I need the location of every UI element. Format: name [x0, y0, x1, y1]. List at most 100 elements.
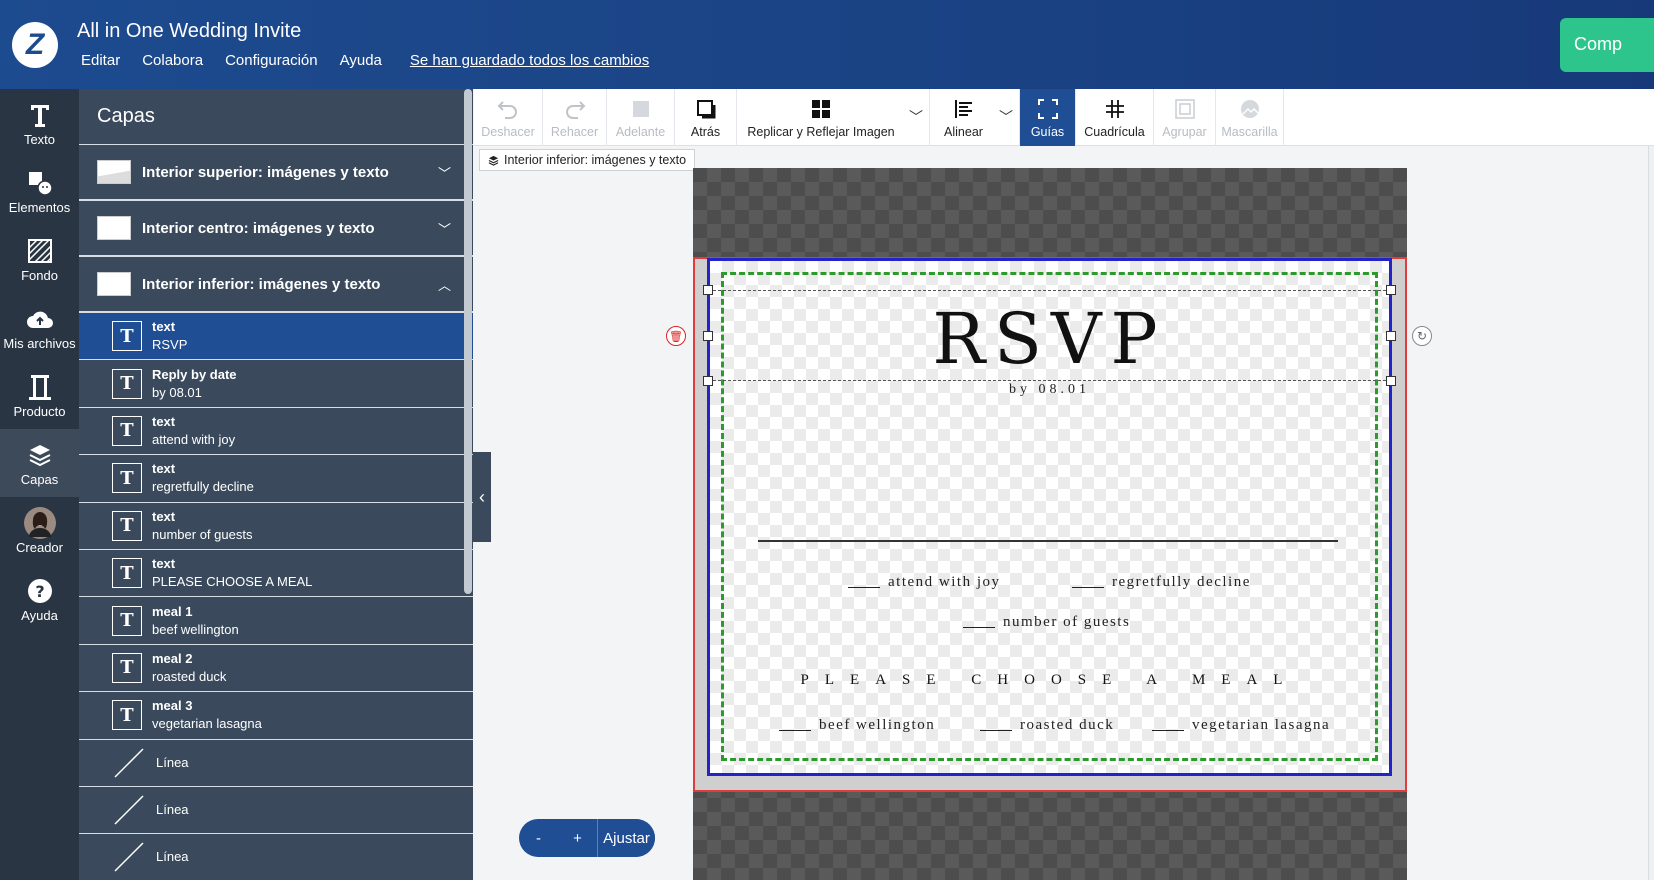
- layer-group-bottom[interactable]: Interior inferior: imágenes y texto ︿: [79, 257, 473, 313]
- panel-scrollbar[interactable]: [464, 89, 472, 594]
- resize-handle[interactable]: [703, 331, 713, 341]
- layer-breadcrumb[interactable]: Interior inferior: imágenes y texto: [479, 149, 696, 171]
- chevron-down-icon[interactable]: ﹀: [999, 107, 1013, 127]
- meal-heading-text[interactable]: PLEASE CHOOSE A MEAL: [708, 672, 1391, 689]
- group-icon: [1174, 97, 1196, 121]
- app-header: Z All in One Wedding Invite Editar Colab…: [0, 0, 1654, 89]
- group-button[interactable]: Agrupar: [1154, 89, 1216, 146]
- meal-option-2[interactable]: roasted duck: [980, 717, 1114, 734]
- grid-icon: [1105, 97, 1125, 121]
- resize-handle[interactable]: [703, 285, 713, 295]
- chevron-down-icon[interactable]: ﹀: [438, 163, 451, 182]
- resize-handle[interactable]: [1386, 331, 1396, 341]
- attend-option[interactable]: attend with joy: [848, 574, 1001, 591]
- layer-item-meal-1[interactable]: T meal 1 beef wellington: [79, 597, 473, 645]
- zoom-fit-button[interactable]: Ajustar: [597, 819, 655, 857]
- layer-group-middle[interactable]: Interior centro: imágenes y texto ﹀: [79, 201, 473, 257]
- redo-icon: [564, 97, 586, 121]
- trash-icon[interactable]: 🗑: [666, 326, 686, 346]
- grid-button[interactable]: Cuadrícula: [1076, 89, 1154, 146]
- decline-option[interactable]: regretfully decline: [1072, 574, 1251, 591]
- rail-ayuda[interactable]: ? Ayuda: [0, 565, 79, 633]
- text-layer-icon: T: [112, 321, 142, 352]
- text-icon: [29, 100, 51, 130]
- group-thumbnail: [97, 216, 131, 240]
- chevron-up-icon[interactable]: ︿: [438, 275, 451, 294]
- layer-item-attend[interactable]: T text attend with joy: [79, 408, 473, 456]
- tool-rail: Texto Elementos Fondo Mis archivos Produ…: [0, 89, 79, 880]
- replicate-button[interactable]: Replicar y Reflejar Imagen ﹀: [737, 89, 930, 146]
- layer-item-meal-heading[interactable]: T text PLEASE CHOOSE A MEAL: [79, 550, 473, 598]
- undo-button[interactable]: Deshacer: [474, 89, 543, 146]
- shapes-icon: [27, 168, 53, 198]
- layer-group-top[interactable]: Interior superior: imágenes y texto ﹀: [79, 145, 473, 201]
- zazzle-logo[interactable]: Z: [12, 22, 58, 68]
- panel-title: Capas: [79, 89, 473, 145]
- text-layer-icon: T: [112, 415, 142, 446]
- guides-button[interactable]: Guías: [1020, 89, 1076, 146]
- text-layer-icon: T: [112, 368, 142, 399]
- buy-button[interactable]: Comp: [1560, 18, 1654, 72]
- layers-icon: [28, 440, 52, 470]
- layer-item-line[interactable]: Línea: [79, 787, 473, 835]
- rail-texto[interactable]: Texto: [0, 89, 79, 157]
- guests-field[interactable]: number of guests: [963, 614, 1130, 631]
- menu-configuracion[interactable]: Configuración: [225, 52, 318, 69]
- chevron-down-icon[interactable]: ﹀: [909, 107, 923, 127]
- zoom-control: - + Ajustar: [519, 819, 655, 857]
- reply-by-text[interactable]: by 08.01: [708, 382, 1391, 398]
- saved-status-link[interactable]: Se han guardado todos los cambios: [410, 52, 649, 69]
- meal-option-3[interactable]: vegetarian lasagna: [1152, 717, 1330, 734]
- send-backward-icon: [695, 97, 717, 121]
- group-thumbnail: [97, 160, 131, 184]
- text-layer-icon: T: [112, 652, 142, 683]
- layer-item-meal-2[interactable]: T meal 2 roasted duck: [79, 645, 473, 693]
- divider-line[interactable]: [758, 540, 1338, 542]
- rail-capas[interactable]: Capas: [0, 429, 79, 497]
- zoom-out-button[interactable]: -: [519, 819, 558, 857]
- chevron-left-icon: ‹: [479, 486, 485, 507]
- zoom-in-button[interactable]: +: [558, 819, 597, 857]
- right-panel-edge: [1648, 146, 1654, 880]
- layer-item-guests[interactable]: T text number of guests: [79, 503, 473, 550]
- layer-item-line[interactable]: Línea: [79, 834, 473, 880]
- menu-editar[interactable]: Editar: [81, 52, 120, 69]
- menu-colabora[interactable]: Colabora: [142, 52, 203, 69]
- document-title[interactable]: All in One Wedding Invite: [77, 20, 301, 43]
- rail-mis-archivos[interactable]: Mis archivos: [0, 293, 79, 361]
- bring-forward-button[interactable]: Adelante: [607, 89, 675, 146]
- mask-icon: [1239, 97, 1261, 121]
- line-layer-icon: [114, 748, 144, 778]
- svg-text:?: ?: [35, 582, 44, 601]
- product-icon: [27, 372, 53, 402]
- meal-option-1[interactable]: beef wellington: [779, 717, 935, 734]
- rail-elementos[interactable]: Elementos: [0, 157, 79, 225]
- align-icon: [954, 97, 974, 121]
- text-layer-icon: T: [112, 605, 142, 636]
- layer-item-reply-by[interactable]: T Reply by date by 08.01: [79, 360, 473, 408]
- layer-item-line[interactable]: Línea: [79, 740, 473, 787]
- resize-handle[interactable]: [1386, 285, 1396, 295]
- send-backward-button[interactable]: Atrás: [675, 89, 737, 146]
- menu-ayuda[interactable]: Ayuda: [340, 52, 382, 69]
- collapse-panel-button[interactable]: ‹: [473, 452, 491, 542]
- mask-button[interactable]: Mascarilla: [1216, 89, 1284, 146]
- rail-producto[interactable]: Producto: [0, 361, 79, 429]
- replicate-icon: [811, 97, 831, 121]
- rail-fondo[interactable]: Fondo: [0, 225, 79, 293]
- rail-creador[interactable]: Creador: [0, 497, 79, 565]
- chevron-down-icon[interactable]: ﹀: [438, 219, 451, 238]
- layer-item-decline[interactable]: T text regretfully decline: [79, 455, 473, 503]
- avatar: [23, 506, 56, 539]
- top-menu: Editar Colabora Configuración Ayuda Se h…: [81, 52, 649, 69]
- line-layer-icon: [114, 842, 144, 873]
- redo-button[interactable]: Rehacer: [543, 89, 607, 146]
- align-button[interactable]: Alinear ﹀: [930, 89, 1020, 146]
- layer-item-meal-3[interactable]: T meal 3 vegetarian lasagna: [79, 692, 473, 740]
- selection-box[interactable]: [708, 290, 1391, 381]
- layer-item-rsvp[interactable]: T text RSVP: [79, 313, 473, 361]
- guides-icon: [1037, 97, 1058, 121]
- cloud-upload-icon: [25, 304, 55, 334]
- line-layer-icon: [114, 795, 144, 825]
- rotate-icon[interactable]: ↻: [1412, 326, 1432, 346]
